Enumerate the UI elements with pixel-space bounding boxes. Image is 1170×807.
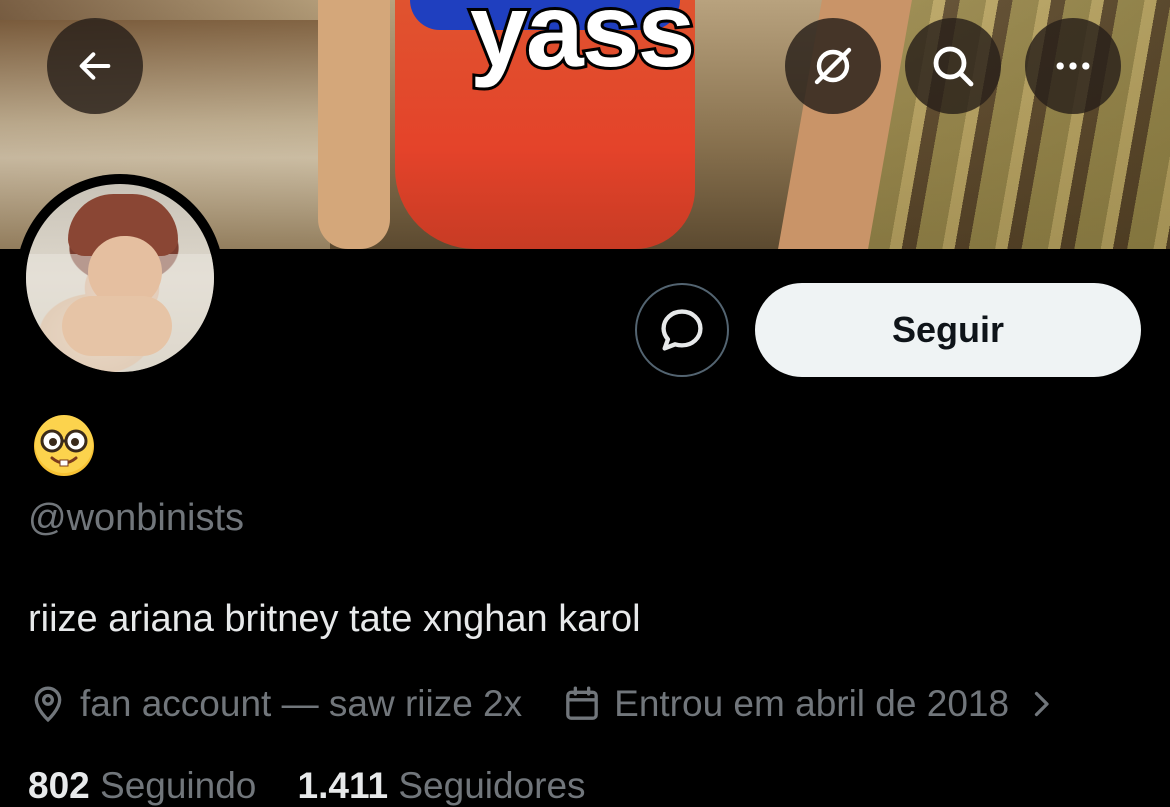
avatar-hand bbox=[62, 296, 172, 356]
profile-joined-date: Entrou em abril de 2018 bbox=[614, 683, 1010, 724]
grok-button[interactable] bbox=[785, 18, 881, 114]
location-pin-icon bbox=[34, 686, 62, 723]
more-button[interactable] bbox=[1025, 18, 1121, 114]
profile-handle: @wonbinists bbox=[28, 497, 244, 539]
chevron-right-icon[interactable] bbox=[1023, 686, 1059, 722]
arrow-left-icon bbox=[79, 52, 111, 80]
follow-button[interactable]: Seguir bbox=[755, 283, 1141, 377]
profile-stats: 802 Seguindo 1.411 Seguidores bbox=[28, 765, 586, 807]
search-icon bbox=[933, 46, 974, 87]
back-button[interactable] bbox=[47, 18, 143, 114]
avatar[interactable] bbox=[26, 184, 214, 372]
profile-meta-row: fan account — saw riize 2x Entrou em abr… bbox=[28, 680, 1071, 728]
nerd-face-emoji-icon bbox=[34, 415, 94, 476]
grok-icon bbox=[814, 47, 852, 85]
search-button[interactable] bbox=[905, 18, 1001, 114]
profile-bio: riize ariana britney tate xnghan karol bbox=[28, 598, 641, 640]
calendar-icon bbox=[566, 686, 598, 720]
message-button[interactable] bbox=[635, 283, 729, 377]
more-horizontal-icon bbox=[1056, 62, 1090, 70]
profile-location: fan account — saw riize 2x bbox=[80, 683, 523, 724]
message-bubble-icon bbox=[661, 309, 703, 351]
banner-caption: yass bbox=[467, 0, 698, 92]
banner-figure-arm-left bbox=[318, 0, 390, 249]
